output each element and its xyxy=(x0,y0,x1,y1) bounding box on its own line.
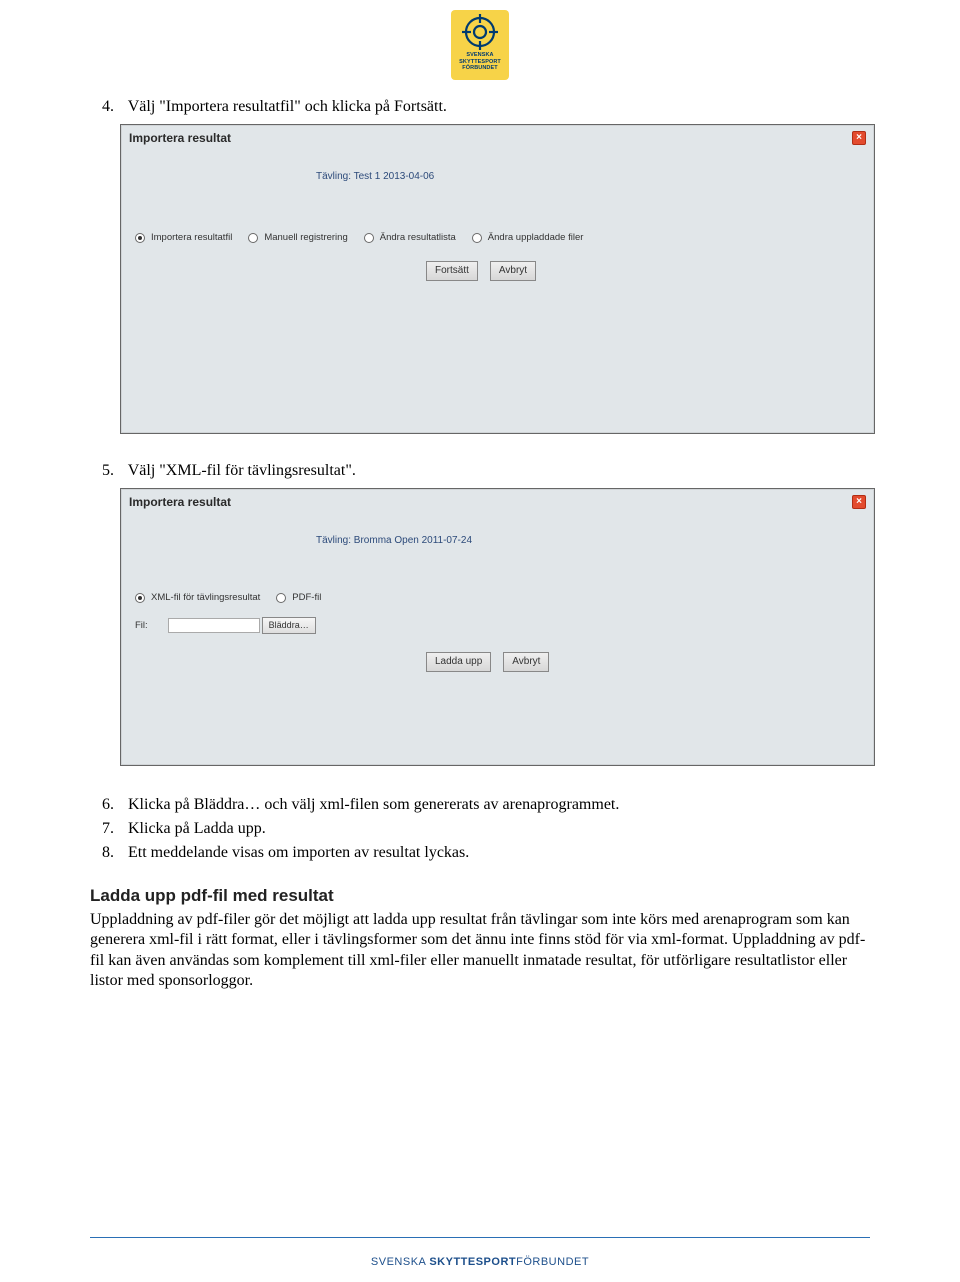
ladda-upp-button[interactable]: Ladda upp xyxy=(426,652,491,672)
radio-label-andra-lista: Ändra resultatlista xyxy=(380,232,456,243)
file-label: Fil: xyxy=(135,620,148,631)
screenshot-panel-1: Importera resultat × Tävling: Test 1 201… xyxy=(120,124,875,434)
panel2-title: Importera resultat xyxy=(129,495,231,509)
step-8-num: 8. xyxy=(102,844,124,862)
panel1-subtitle-label: Tävling: xyxy=(316,171,351,182)
step-4: 4. Välj "Importera resultatfil" och klic… xyxy=(102,98,870,116)
fortsatt-button[interactable]: Fortsätt xyxy=(426,261,478,281)
header-logo: SVENSKA SKYTTESPORT FÖRBUNDET xyxy=(90,10,870,80)
close-icon[interactable]: × xyxy=(852,495,866,509)
footer-light1: SVENSKA xyxy=(371,1256,429,1268)
step-7: 7. Klicka på Ladda upp. xyxy=(102,820,870,838)
avbryt-button[interactable]: Avbryt xyxy=(490,261,536,281)
panel2-subtitle-value: Bromma Open 2011-07-24 xyxy=(354,535,472,546)
section-heading: Ladda upp pdf-fil med resultat xyxy=(90,886,870,906)
radio-label-manuell: Manuell registrering xyxy=(264,232,347,243)
radio-andra-uppladdade-filer[interactable] xyxy=(472,233,482,243)
avbryt-button[interactable]: Avbryt xyxy=(503,652,549,672)
step-5: 5. Välj "XML-fil för tävlingsresultat". xyxy=(102,462,870,480)
radio-label-xml: XML-fil för tävlingsresultat xyxy=(151,592,260,603)
step-7-num: 7. xyxy=(102,820,124,838)
radio-import-resultatfil[interactable] xyxy=(135,233,145,243)
logo-text-3: FÖRBUNDET xyxy=(451,65,509,72)
step-6-text: Klicka på Bläddra… och välj xml-filen so… xyxy=(128,796,619,813)
step-8-text: Ett meddelande visas om importen av resu… xyxy=(128,844,469,861)
footer-light2: FÖRBUNDET xyxy=(516,1256,589,1268)
step-6: 6. Klicka på Bläddra… och välj xml-filen… xyxy=(102,796,870,814)
radio-manuell-registrering[interactable] xyxy=(248,233,258,243)
radio-label-import: Importera resultatfil xyxy=(151,232,232,243)
footer-separator xyxy=(90,1237,870,1238)
section-body: Uppladdning av pdf-filer gör det möjligt… xyxy=(90,910,870,992)
step-6-num: 6. xyxy=(102,796,124,814)
panel1-title: Importera resultat xyxy=(129,131,231,145)
panel1-radio-row: Importera resultatfil Manuell registreri… xyxy=(135,232,874,243)
radio-label-andra-filer: Ändra uppladdade filer xyxy=(488,232,584,243)
browse-button[interactable]: Bläddra… xyxy=(262,617,316,634)
step-8: 8. Ett meddelande visas om importen av r… xyxy=(102,844,870,862)
screenshot-panel-2: Importera resultat × Tävling: Bromma Ope… xyxy=(120,488,875,766)
close-icon[interactable]: × xyxy=(852,131,866,145)
target-icon xyxy=(462,14,498,50)
step-5-text: Välj "XML-fil för tävlingsresultat". xyxy=(128,462,356,479)
step-7-text: Klicka på Ladda upp. xyxy=(128,820,266,837)
radio-pdf-fil[interactable] xyxy=(276,593,286,603)
footer-brand: SVENSKA SKYTTESPORTFÖRBUNDET xyxy=(0,1256,960,1268)
radio-andra-resultatlista[interactable] xyxy=(364,233,374,243)
file-input[interactable] xyxy=(168,618,260,633)
panel1-subtitle-value: Test 1 2013-04-06 xyxy=(354,171,435,182)
step-5-num: 5. xyxy=(102,462,124,480)
step-4-num: 4. xyxy=(102,98,124,116)
footer-bold: SKYTTESPORT xyxy=(429,1256,516,1268)
step-4-text: Välj "Importera resultatfil" och klicka … xyxy=(128,98,447,115)
panel2-subtitle-label: Tävling: xyxy=(316,535,351,546)
radio-label-pdf: PDF-fil xyxy=(292,592,321,603)
panel2-radio-row: XML-fil för tävlingsresultat PDF-fil xyxy=(135,592,874,603)
radio-xml-fil[interactable] xyxy=(135,593,145,603)
